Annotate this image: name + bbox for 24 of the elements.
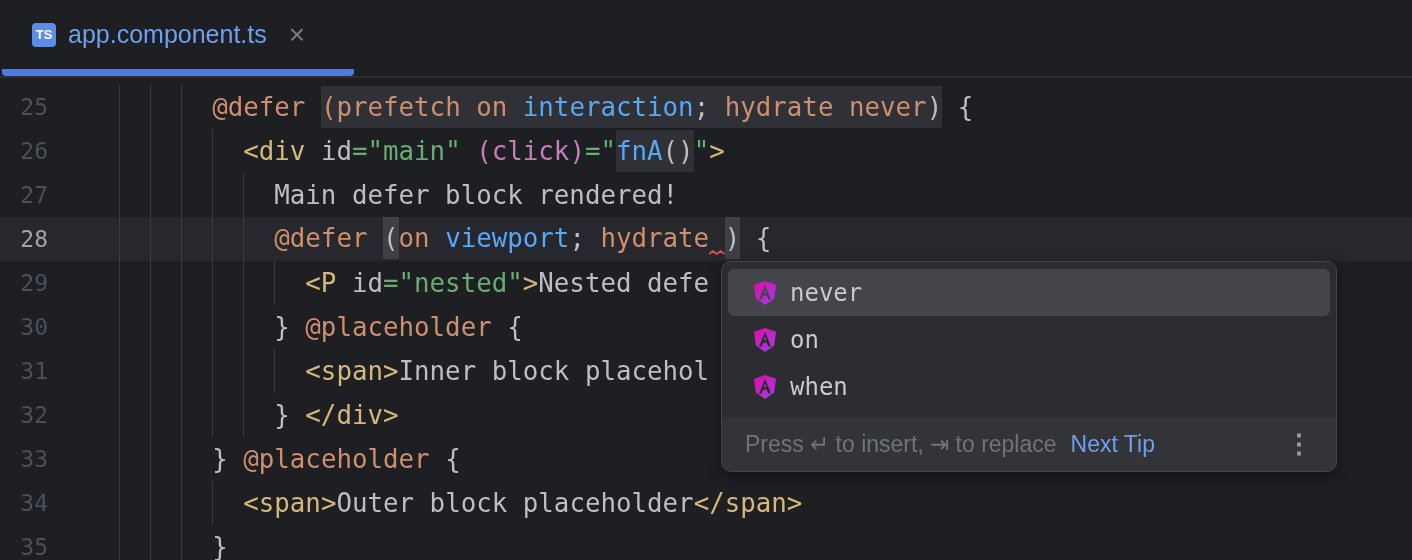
shield-icon [754,328,776,352]
completion-item[interactable]: on [728,316,1330,364]
file-tab[interactable]: TS app.component.ts × [2,0,354,76]
code-line: } [212,532,228,560]
code-line: @defer (prefetch on interaction; hydrate never) { [212,92,974,122]
code-line: Main defer block rendered! [274,180,679,210]
shield-icon [754,375,776,400]
shield-icon [754,280,776,305]
line-number: 28 [19,226,48,252]
code-line: <P id="nested">Nested defe [305,268,710,298]
code-line: <span>Outer block placeholder</span> [243,488,803,518]
completion-item[interactable]: never [728,269,1330,317]
typescript-file-icon: TS [32,22,56,47]
code-line: } @placeholder { [212,444,461,474]
code-line: <span>Inner block placehol [305,356,710,386]
code-line: } @placeholder { [274,312,523,342]
hint-text: Press ↵ to insert, ⇥ to replace [745,431,1057,458]
more-options-icon[interactable]: ⋮ [1286,429,1312,460]
code-line: <div id="main" (click)="fnA()"> [243,136,725,166]
close-icon[interactable]: × [288,18,306,51]
next-tip-link[interactable]: Next Tip [1070,431,1155,458]
completion-item[interactable]: when [728,363,1330,411]
code-line: @defer (on viewport; hydrate ) { [274,221,772,257]
code-line: } </div> [274,400,399,430]
